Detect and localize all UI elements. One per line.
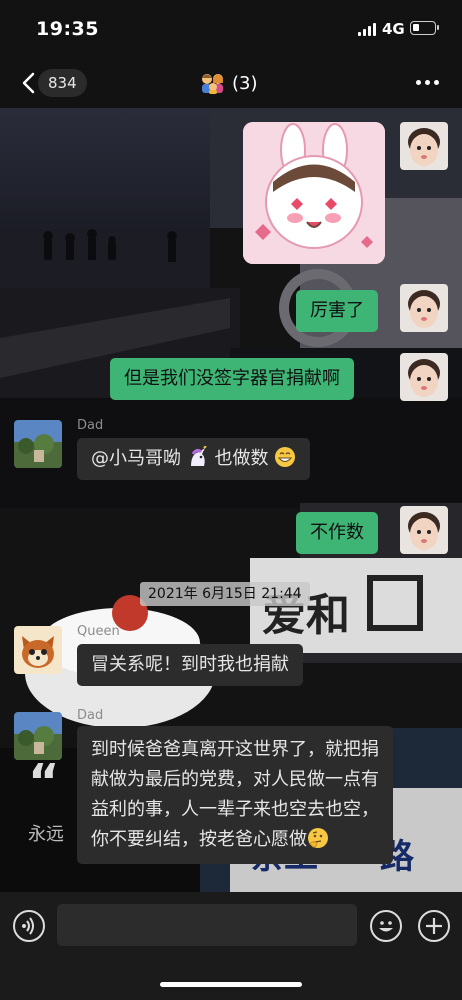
- message-text: 也做数: [214, 448, 269, 469]
- my-avatar[interactable]: [400, 284, 448, 332]
- my-avatar[interactable]: [400, 506, 448, 554]
- incoming-message-bubble[interactable]: @小马哥呦 也做数: [77, 438, 311, 480]
- battery-icon: [410, 21, 439, 35]
- message-text: 到时候爸爸真离开这世界了，就把捐献做为最后的党费，对人民做一点有益利的事，人一辈…: [91, 739, 379, 850]
- network-label: 4G: [382, 20, 405, 38]
- grin-emoji-icon: [275, 447, 296, 467]
- family-emoji-icon: [202, 74, 223, 94]
- chat-title[interactable]: (3): [200, 70, 258, 96]
- queen-avatar[interactable]: [14, 626, 62, 674]
- signal-icon: [358, 23, 376, 36]
- status-time: 19:35: [36, 18, 99, 40]
- chat-member-count: (3): [232, 72, 258, 94]
- sticker-message[interactable]: [243, 122, 385, 264]
- outgoing-message-bubble[interactable]: 厉害了: [296, 290, 378, 332]
- chat-area[interactable]: 爱和 “ 永远 亲工 路 厉: [0, 108, 462, 892]
- ellipsis-icon[interactable]: [416, 80, 440, 86]
- my-avatar[interactable]: [400, 353, 448, 401]
- unread-count-badge[interactable]: 834: [38, 69, 87, 97]
- sender-name: Dad: [77, 708, 104, 723]
- svg-text:永远: 永远: [28, 824, 64, 845]
- outgoing-message-bubble[interactable]: 不作数: [296, 512, 378, 554]
- message-timestamp: 2021年 6月15日 21:44: [140, 582, 310, 606]
- plus-icon[interactable]: [418, 910, 450, 942]
- mention-text[interactable]: @小马哥呦: [91, 448, 181, 469]
- svg-text:“: “: [28, 754, 60, 810]
- sender-name: Dad: [77, 418, 104, 433]
- chat-header: 834 (3): [0, 58, 462, 108]
- home-indicator[interactable]: [160, 982, 302, 987]
- status-bar: 19:35 4G: [0, 0, 462, 58]
- voice-icon[interactable]: [13, 910, 45, 942]
- smiley-icon[interactable]: [370, 910, 402, 942]
- unicorn-emoji-icon: [190, 446, 207, 466]
- my-avatar[interactable]: [400, 122, 448, 170]
- message-input[interactable]: [57, 904, 357, 946]
- thinking-emoji-icon: [308, 828, 328, 848]
- dad-avatar[interactable]: [14, 712, 62, 760]
- incoming-message-bubble[interactable]: 到时候爸爸真离开这世界了，就把捐献做为最后的党费，对人民做一点有益利的事，人一辈…: [77, 726, 393, 864]
- sender-name: Queen: [77, 624, 120, 639]
- dad-avatar[interactable]: [14, 420, 62, 468]
- outgoing-message-bubble[interactable]: 但是我们没签字器官捐献啊: [110, 358, 354, 400]
- bunny-blush-sticker: [243, 122, 385, 264]
- incoming-message-bubble[interactable]: 冒关系呢！到时我也捐献: [77, 644, 303, 686]
